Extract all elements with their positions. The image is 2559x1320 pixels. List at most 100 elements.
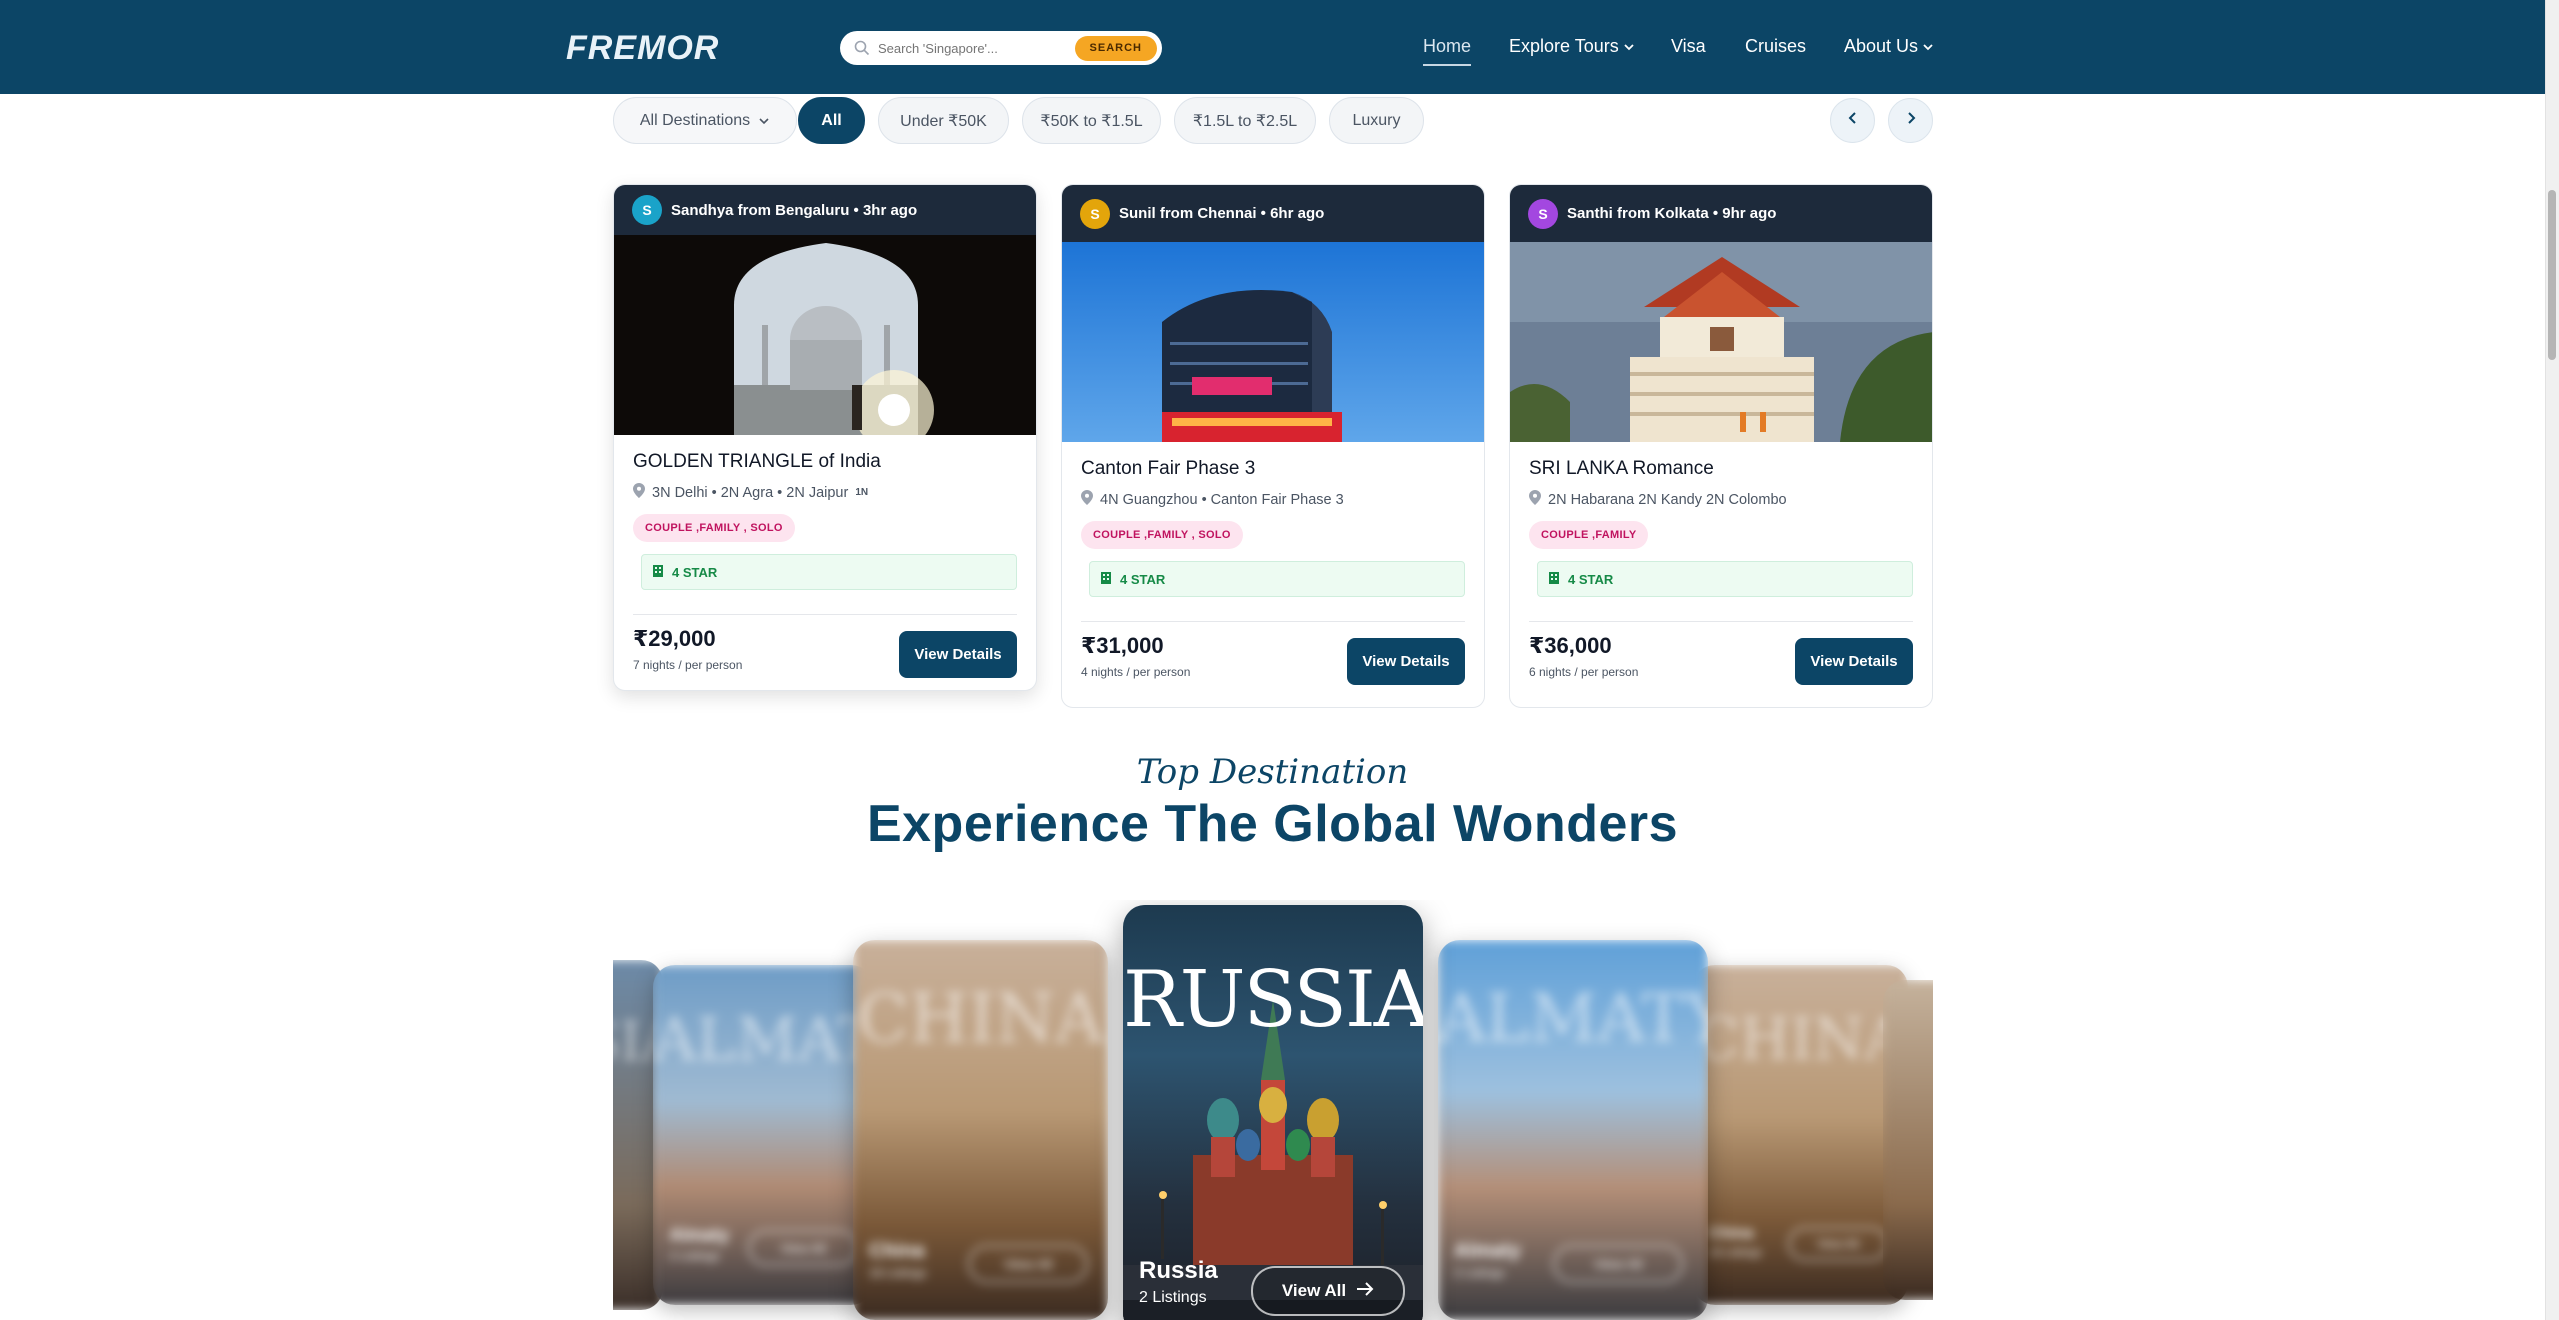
chevron-left-icon: [1846, 111, 1860, 130]
destination-art-name: ALMATY: [1438, 980, 1708, 1057]
view-details-button[interactable]: View Details: [1795, 638, 1913, 685]
destination-name: Almaty: [1454, 1240, 1521, 1262]
destination-carousel: SIA ALMATY Almaty 2 Listings View All CH…: [613, 900, 1933, 1320]
destination-art-name: CHINA: [1695, 1005, 1906, 1073]
destination-card-russia[interactable]: RUSSIA Russia 2 Listings View All: [1123, 905, 1423, 1320]
tour-price: ₹36,000: [1529, 633, 1612, 658]
filter-pill-luxury[interactable]: Luxury: [1329, 97, 1424, 144]
chevron-down-icon: [1922, 41, 1934, 53]
nav-cruises[interactable]: Cruises: [1745, 36, 1806, 57]
tour-price-note: 6 nights / per person: [1529, 665, 1639, 679]
traveler-type-tag: COUPLE ,FAMILY: [1529, 521, 1649, 549]
hotel-rating: 4 STAR: [641, 554, 1017, 590]
tour-card[interactable]: S Sunil from Chennai • 6hr ago Canton Fa…: [1061, 184, 1485, 708]
tour-image-taj-mahal[interactable]: [614, 235, 1036, 435]
destination-name: China: [1709, 1225, 1754, 1242]
hotel-rating-text: 4 STAR: [672, 564, 718, 580]
view-details-button[interactable]: View Details: [1347, 638, 1465, 685]
filter-pill-1-5l-2-5l[interactable]: ₹1.5L to ₹2.5L: [1174, 97, 1316, 144]
destination-name: Russia: [1139, 1257, 1218, 1284]
tour-price: ₹29,000: [633, 626, 716, 651]
tour-route-suffix: 1N: [855, 487, 869, 498]
view-all-button[interactable]: View All: [1788, 1227, 1888, 1261]
booked-by-text: Sandhya from Bengaluru • 3hr ago: [671, 201, 918, 219]
view-all-button[interactable]: View All: [748, 1230, 858, 1266]
tour-image-canton[interactable]: [1062, 242, 1484, 442]
nav-cruises-label: Cruises: [1745, 36, 1807, 56]
destination-listings: 2 Listings: [1139, 1289, 1207, 1306]
destination-name: Almaty: [669, 1225, 730, 1245]
destination-card-almaty[interactable]: ALMATY Almaty 2 Listings View All: [653, 965, 873, 1305]
nav-explore-tours-label: Explore Tours: [1509, 36, 1619, 56]
destination-art-name: CHINA: [857, 980, 1104, 1059]
arrow-right-icon: [1356, 1281, 1374, 1301]
nav-about-us[interactable]: About Us: [1844, 36, 1934, 57]
chevron-right-icon: [1904, 111, 1918, 130]
tour-title[interactable]: SRI LANKA Romance: [1529, 458, 1913, 480]
traveler-type-tag: COUPLE ,FAMILY , SOLO: [1081, 521, 1243, 549]
hotel-rating: 4 STAR: [1537, 561, 1913, 597]
destination-name: China: [869, 1240, 925, 1262]
hotel-icon: [652, 564, 664, 580]
page-scrollbar-thumb[interactable]: [2548, 190, 2556, 360]
filter-pill-under-50k[interactable]: Under ₹50K: [878, 97, 1009, 144]
tour-route: 3N Delhi • 2N Agra • 2N Jaipur 1N: [633, 483, 1017, 502]
view-all-button[interactable]: View All: [1553, 1245, 1683, 1283]
tour-image-sri-lanka[interactable]: [1510, 242, 1932, 442]
nav-about-us-label: About Us: [1844, 36, 1919, 56]
search-icon: [854, 40, 870, 56]
brand-logo[interactable]: FREMOR: [566, 29, 730, 67]
destination-card-china[interactable]: CHINA China 18 Listings View All: [853, 940, 1108, 1320]
chevron-down-icon: [758, 115, 770, 127]
view-all-button[interactable]: View All: [1251, 1266, 1405, 1316]
hotel-rating-text: 4 STAR: [1568, 571, 1614, 587]
section-title: Experience The Global Wonders: [866, 795, 1679, 853]
site-header: FREMOR SEARCH Home Explore Tours Visa Cr…: [0, 0, 2545, 94]
filter-pill-all[interactable]: All: [798, 97, 865, 144]
destination-card-almaty[interactable]: ALMATY Almaty 2 Listings View All: [1438, 940, 1708, 1320]
destination-listings: 18 Listings: [1709, 1247, 1762, 1259]
tour-title[interactable]: Canton Fair Phase 3: [1081, 458, 1465, 480]
chevron-down-icon: [1623, 41, 1635, 53]
view-all-label: View All: [1281, 1281, 1347, 1300]
search-button[interactable]: SEARCH: [1074, 35, 1157, 61]
tour-route: 2N Habarana 2N Kandy 2N Colombo: [1529, 490, 1913, 509]
recent-booking-banner: S Sunil from Chennai • 6hr ago: [1062, 185, 1484, 242]
hotel-icon: [1100, 571, 1112, 587]
booked-by-text: Santhi from Kolkata • 9hr ago: [1567, 205, 1777, 222]
section-script-title: Top Destination: [1136, 752, 1409, 792]
location-pin-icon: [1081, 490, 1093, 509]
tour-card[interactable]: S Sandhya from Bengaluru • 3hr ago GOLDE…: [613, 184, 1037, 691]
destination-card[interactable]: [1883, 980, 1933, 1300]
location-pin-icon: [633, 483, 645, 502]
tour-price-note: 4 nights / per person: [1081, 665, 1191, 679]
destinations-select[interactable]: All Destinations: [613, 97, 797, 144]
tour-route-text: 4N Guangzhou • Canton Fair Phase 3: [1100, 491, 1344, 508]
nav-visa[interactable]: Visa: [1671, 36, 1706, 57]
tour-card[interactable]: S Santhi from Kolkata • 9hr ago SRI LANK…: [1509, 184, 1933, 708]
recent-booking-banner: S Sandhya from Bengaluru • 3hr ago: [614, 185, 1036, 235]
avatar: S: [1528, 198, 1558, 229]
destination-listings: 2 Listings: [669, 1249, 720, 1263]
tour-title[interactable]: GOLDEN TRIANGLE of India: [633, 451, 1017, 473]
destinations-select-label: All Destinations: [639, 111, 751, 129]
view-all-button[interactable]: View All: [968, 1245, 1088, 1283]
view-details-button[interactable]: View Details: [899, 631, 1017, 678]
booked-by-text: Sunil from Chennai • 6hr ago: [1119, 205, 1325, 222]
search-input[interactable]: [878, 40, 1075, 56]
destination-card-china[interactable]: CHINA China 18 Listings View All: [1693, 965, 1908, 1305]
filter-pill-50k-1-5l[interactable]: ₹50K to ₹1.5L: [1022, 97, 1161, 144]
hotel-icon: [1548, 571, 1560, 587]
tour-route-text: 3N Delhi • 2N Agra • 2N Jaipur: [652, 484, 849, 501]
tour-price: ₹31,000: [1081, 633, 1164, 658]
carousel-next-button[interactable]: [1888, 98, 1933, 143]
tour-route: 4N Guangzhou • Canton Fair Phase 3: [1081, 490, 1465, 509]
carousel-prev-button[interactable]: [1830, 98, 1875, 143]
hotel-rating-text: 4 STAR: [1120, 571, 1166, 587]
nav-explore-tours[interactable]: Explore Tours: [1509, 36, 1635, 57]
nav-home[interactable]: Home: [1423, 36, 1472, 66]
avatar: S: [1080, 198, 1110, 229]
nav-home-label: Home: [1423, 36, 1472, 56]
avatar: S: [632, 195, 662, 225]
nav-visa-label: Visa: [1671, 36, 1706, 56]
